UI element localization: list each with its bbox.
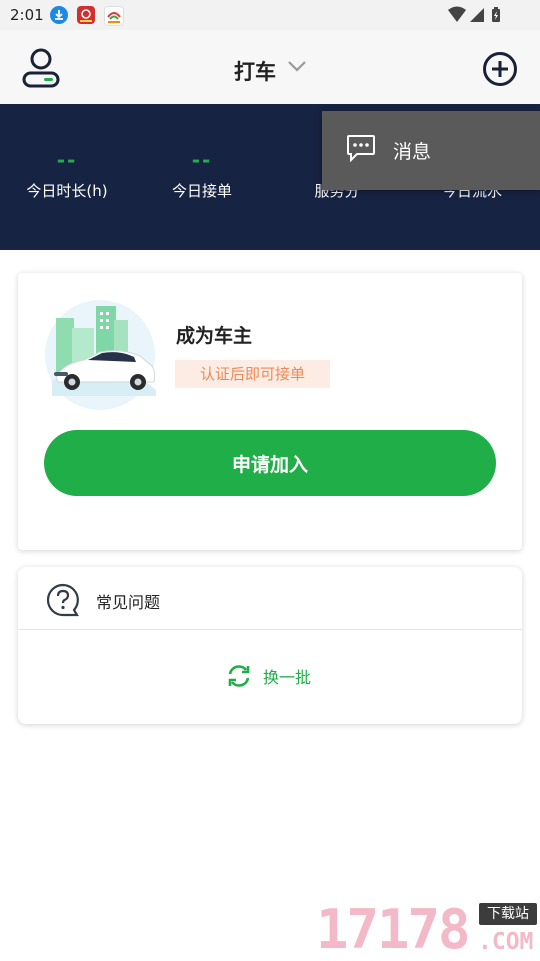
refresh-icon[interactable]: [226, 663, 252, 693]
apply-join-button[interactable]: 申请加入: [44, 430, 496, 496]
faq-card: 常见问题 换一批: [18, 567, 522, 724]
system-status-icons: [448, 6, 508, 28]
chevron-down-icon[interactable]: [287, 58, 307, 78]
watermark-tag: 下载站: [479, 903, 537, 925]
divider: [18, 629, 522, 630]
become-driver-card: 成为车主 认证后即可接单 申请加入: [18, 273, 522, 550]
app-icon-red: [77, 6, 95, 24]
question-icon: [46, 583, 80, 621]
message-icon: [346, 134, 376, 166]
signal-icon: [470, 8, 484, 22]
certification-tag: 认证后即可接单: [175, 360, 330, 388]
watermark-suffix: .COM: [478, 929, 534, 955]
stat-label: 今日接单: [171, 182, 232, 200]
app-icon-colorful: [104, 6, 124, 26]
car-illustration: [44, 300, 156, 410]
card-title: 成为车主: [176, 325, 253, 347]
battery-icon: [492, 7, 500, 22]
top-bar: 打车: [0, 30, 540, 104]
menu-item-label: 消息: [393, 141, 432, 163]
wifi-icon: [448, 6, 466, 22]
popup-menu: 消息: [322, 111, 540, 190]
stat-today-orders: -- 今日接单: [132, 148, 272, 201]
faq-title: 常见问题: [96, 593, 161, 612]
add-circle-icon[interactable]: [482, 51, 518, 91]
stat-today-hours: -- 今日时长(h): [0, 148, 137, 201]
stat-value: --: [191, 148, 213, 172]
stat-label: 今日时长(h): [26, 182, 108, 200]
watermark-logo: 17178 下载站 .COM: [316, 898, 540, 961]
status-time: 2:01: [10, 6, 44, 24]
refresh-button[interactable]: 换一批: [263, 664, 311, 688]
watermark-number: 17178: [316, 898, 471, 961]
user-icon[interactable]: [22, 48, 60, 88]
download-icon: [50, 6, 68, 24]
stat-value: --: [56, 148, 78, 172]
status-bar: 2:01: [0, 0, 540, 30]
menu-item-messages[interactable]: 消息: [322, 111, 540, 190]
page-title[interactable]: 打车: [234, 56, 276, 86]
